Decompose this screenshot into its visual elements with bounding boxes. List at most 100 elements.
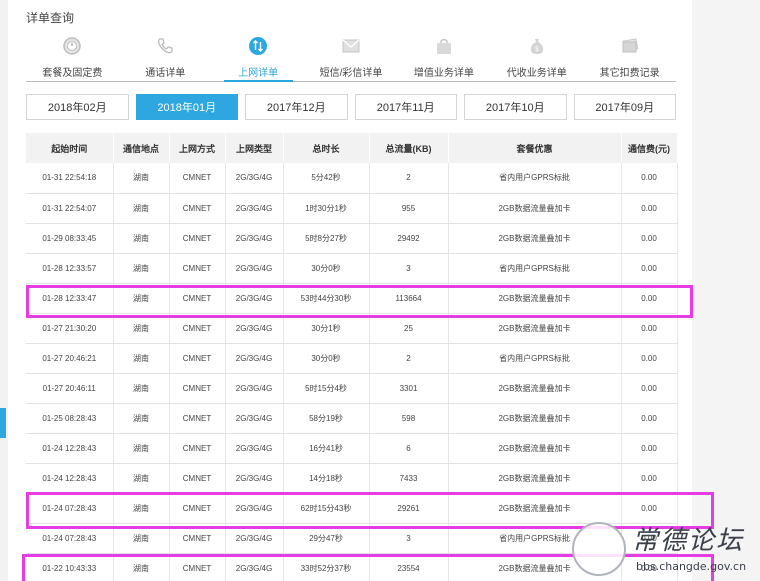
envelope-icon [341, 36, 361, 56]
table-cell: CMNET [169, 373, 226, 404]
table-cell: 湖南 [113, 313, 170, 344]
table-cell: CMNET [169, 313, 226, 344]
table-cell: 2G/3G/4G [225, 163, 284, 194]
table-cell: 01-31 22:54:18 [26, 163, 114, 194]
tab-call-details[interactable]: 通话详单 [119, 36, 212, 81]
tab-sms-details[interactable]: 短信/彩信详单 [305, 36, 398, 81]
table-cell: 2GB数据流量叠加卡 [448, 463, 622, 494]
table-cell: 2GB数据流量叠加卡 [448, 223, 622, 254]
col-header-package: 套餐优惠 [448, 133, 622, 163]
left-sidebar-edge [0, 0, 8, 581]
table-cell: 3301 [369, 373, 449, 404]
tab-label: 增值业务详单 [413, 68, 474, 79]
table-cell: 湖南 [113, 493, 170, 524]
table-row: 01-31 22:54:18 湖南 CMNET 2G/3G/4G 5分42秒 2 省内用户G… [26, 163, 678, 194]
table-cell: 30分0秒 [283, 343, 370, 374]
table-cell: 湖南 [113, 343, 170, 374]
table-cell: 0.00 [621, 373, 678, 404]
table-cell: 0.00 [621, 163, 678, 194]
table-cell: 2GB数据流量叠加卡 [448, 373, 622, 404]
table-cell: 湖南 [113, 523, 170, 554]
table-cell: 湖南 [113, 223, 170, 254]
table-cell: CMNET [169, 223, 226, 254]
month-selector: 2018年02月 2018年01月 2017年12月 2017年11月 2017… [26, 94, 676, 120]
table-cell: 29分47秒 [283, 523, 370, 554]
sidebar-active-marker [0, 408, 6, 438]
tab-other-charges[interactable]: 其它扣费记录 [583, 36, 676, 81]
data-arrows-icon [248, 36, 268, 56]
table-cell: 01-27 21:30:20 [26, 313, 114, 344]
right-margin [692, 0, 760, 581]
tab-collection-details[interactable]: $ 代收业务详单 [490, 36, 583, 81]
table-cell: 0.00 [621, 493, 678, 524]
tab-data-details[interactable]: 上网详单 [212, 36, 305, 82]
table-cell: 湖南 [113, 553, 170, 581]
table-cell: 0.00 [621, 283, 678, 314]
table-cell: 01-25 08:28:43 [26, 403, 114, 434]
table-cell: 湖南 [113, 253, 170, 284]
table-cell: 2GB数据流量叠加卡 [448, 193, 622, 224]
watermark: 常德论坛 bbs.changde.gov.cn [568, 520, 760, 581]
tab-value-added-details[interactable]: 增值业务详单 [397, 36, 490, 81]
table-cell: 01-24 12:28:43 [26, 433, 114, 464]
table-cell: 2G/3G/4G [225, 253, 284, 284]
page-title: 详单查询 [26, 11, 75, 25]
table-cell: 湖南 [113, 433, 170, 464]
month-button-2017-11[interactable]: 2017年11月 [354, 94, 457, 120]
month-button-2017-12[interactable]: 2017年12月 [245, 94, 348, 120]
table-cell: 598 [369, 403, 449, 434]
table-cell: 2G/3G/4G [225, 343, 284, 374]
table-cell: 2G/3G/4G [225, 313, 284, 344]
col-header-start-time: 起始时间 [26, 133, 114, 163]
table-cell: CMNET [169, 553, 226, 581]
table-cell: 省内用户GPRS标批 [448, 253, 622, 284]
table-cell: CMNET [169, 523, 226, 554]
table-cell: 5分42秒 [283, 163, 370, 194]
month-button-2017-10[interactable]: 2017年10月 [464, 94, 567, 120]
table-cell: 2G/3G/4G [225, 463, 284, 494]
table-cell: 58分19秒 [283, 403, 370, 434]
col-header-location: 通信地点 [113, 133, 170, 163]
table-cell: 1时30分1秒 [283, 193, 370, 224]
table-cell: 16分41秒 [283, 433, 370, 464]
table-cell: 0.00 [621, 193, 678, 224]
table-cell: 29261 [369, 493, 449, 524]
table-cell: 0.00 [621, 343, 678, 374]
table-cell: 2G/3G/4G [225, 193, 284, 224]
col-header-fee: 通信费(元) [621, 133, 678, 163]
table-cell: 62时15分43秒 [283, 493, 370, 524]
data-usage-table: 起始时间 通信地点 上网方式 上网类型 总时长 总流量(KB) 套餐优惠 通信费… [26, 133, 678, 581]
col-header-duration: 总时长 [283, 133, 370, 163]
month-button-2018-02[interactable]: 2018年02月 [26, 94, 129, 120]
col-header-access-mode: 上网方式 [169, 133, 226, 163]
col-header-traffic: 总流量(KB) [369, 133, 449, 163]
table-cell: 53时44分30秒 [283, 283, 370, 314]
table-cell: 113664 [369, 283, 449, 314]
table-cell: 湖南 [113, 463, 170, 494]
table-cell: 0.00 [621, 433, 678, 464]
table-cell: 955 [369, 193, 449, 224]
table-row: 01-29 08:33:45 湖南 CMNET 2G/3G/4G 5时8分27秒 2949… [26, 223, 678, 254]
table-cell: 2 [369, 343, 449, 374]
table-cell: 3 [369, 253, 449, 284]
table-row: 01-24 07:28:43 湖南 CMNET 2G/3G/4G 62时15分43秒 29… [26, 493, 678, 524]
table-cell: 湖南 [113, 373, 170, 404]
table-row: 01-24 12:28:43 湖南 CMNET 2G/3G/4G 14分18秒 7433 2… [26, 463, 678, 494]
table-cell: 29492 [369, 223, 449, 254]
col-header-network-type: 上网类型 [225, 133, 284, 163]
table-cell: 0.00 [621, 463, 678, 494]
month-button-2017-09[interactable]: 2017年09月 [573, 94, 676, 120]
table-row: 01-27 20:46:21 湖南 CMNET 2G/3G/4G 30分0秒 2 省内用户G… [26, 343, 678, 374]
month-button-2018-01[interactable]: 2018年01月 [135, 94, 238, 120]
tab-package-fees[interactable]: 套餐及固定费 [26, 36, 119, 81]
card-icon [620, 36, 640, 56]
table-row: 01-24 12:28:43 湖南 CMNET 2G/3G/4G 16分41秒 6 2GB数… [26, 433, 678, 464]
table-cell: 2GB数据流量叠加卡 [448, 313, 622, 344]
table-cell: CMNET [169, 283, 226, 314]
table-cell: 01-29 08:33:45 [26, 223, 114, 254]
table-cell: CMNET [169, 193, 226, 224]
table-cell: CMNET [169, 493, 226, 524]
bill-type-tabs: 套餐及固定费 通话详单 上网详单 短信/彩信详单 增值业务详单 $ 代收业务详单 [26, 36, 676, 82]
table-cell: 01-22 10:43:33 [26, 553, 114, 581]
table-row: 01-31 22:54:07 湖南 CMNET 2G/3G/4G 1时30分1秒 955 2… [26, 193, 678, 224]
